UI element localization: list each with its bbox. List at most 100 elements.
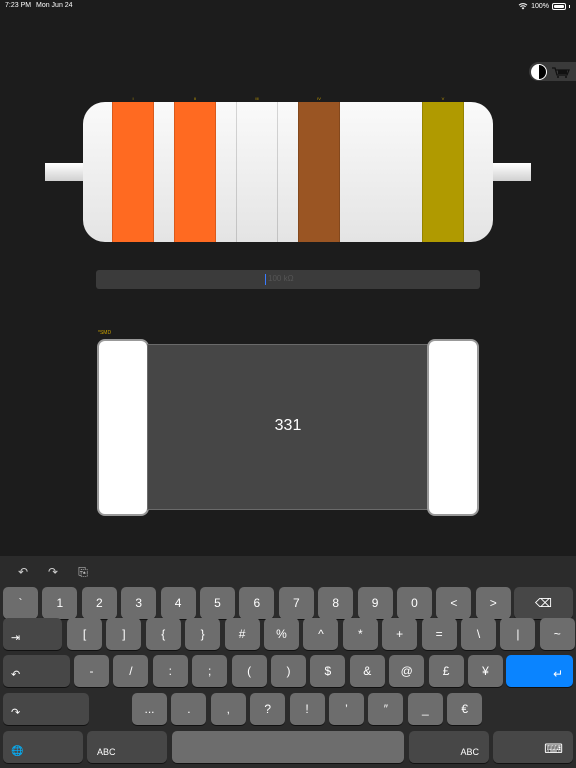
keyboard: ↶ ↷ ⎘ ` 1 2 3 4 5 6 7 8 9 0 < > ⌫ ⇥ []{} #% ^ * + = \ | ~ ↶ …: [0, 556, 576, 768]
key-row2-4[interactable]: #: [224, 618, 260, 650]
return-icon: ↵: [552, 667, 563, 681]
key-row4-2[interactable]: ,: [210, 693, 246, 725]
key-row1-10[interactable]: 0: [397, 587, 432, 619]
smd-terminal-left: [97, 339, 149, 516]
status-date: Mon Jun 24: [36, 2, 73, 9]
key-row2-7[interactable]: *: [342, 618, 378, 650]
undo-icon[interactable]: ↶: [16, 565, 30, 579]
key-row1-1[interactable]: 1: [42, 587, 78, 619]
delete-key[interactable]: ⌫: [514, 587, 573, 619]
undo-key-icon: ↶: [11, 669, 21, 681]
key-row1-4[interactable]: 4: [160, 587, 196, 619]
key-row3-2[interactable]: :: [152, 655, 188, 687]
key-row2-12[interactable]: ~: [539, 618, 575, 650]
key-row1-8[interactable]: 8: [318, 587, 354, 619]
key-row4-5[interactable]: ’: [329, 693, 364, 725]
battery-tip: [569, 4, 570, 8]
band-label-2: II: [193, 96, 197, 101]
tab-key[interactable]: ⇥: [3, 618, 62, 650]
key-row3-7[interactable]: &: [349, 655, 385, 687]
wifi-icon: [518, 3, 528, 10]
key-row2-8[interactable]: +: [382, 618, 418, 650]
resistor-band-3[interactable]: [236, 102, 278, 242]
band-label-5: V: [441, 96, 445, 101]
undo-key[interactable]: ↶: [3, 655, 70, 687]
key-row1-5[interactable]: 5: [200, 587, 235, 619]
key-row4-6[interactable]: ″: [368, 693, 404, 725]
key-row3-5[interactable]: ): [271, 655, 306, 687]
cart-icon: [552, 67, 570, 78]
redo-key-icon: ↷: [11, 707, 21, 719]
key-row2-2[interactable]: {: [145, 618, 181, 650]
key-row2-10[interactable]: \: [461, 618, 496, 650]
abc-key-left[interactable]: ABC: [87, 731, 167, 763]
resistance-placeholder: 100 kΩ: [268, 274, 294, 283]
smd-code: 331: [274, 417, 302, 434]
paste-icon[interactable]: ⎘: [76, 565, 90, 579]
globe-icon: 🌐: [11, 746, 24, 757]
space-key[interactable]: [172, 731, 404, 763]
key-row1-11[interactable]: <: [436, 587, 472, 619]
smd-body: 331: [147, 344, 429, 510]
redo-icon[interactable]: ↷: [46, 565, 60, 579]
key-row1-7[interactable]: 7: [278, 587, 314, 619]
key-row3-10[interactable]: ¥: [468, 655, 503, 687]
key-row4-7[interactable]: _: [407, 693, 443, 725]
key-row1-12[interactable]: >: [475, 587, 511, 619]
smd-terminal-right: [427, 339, 479, 516]
band-label-3: III: [255, 96, 259, 101]
key-row3-9[interactable]: £: [428, 655, 464, 687]
key-row3-0[interactable]: -: [74, 655, 109, 687]
status-time: 7:23 PM: [5, 2, 32, 9]
resistor-band-1[interactable]: [112, 102, 154, 242]
contrast-icon: [531, 64, 547, 80]
key-row1-9[interactable]: 9: [357, 587, 393, 619]
keyboard-hide-icon: ⌨: [544, 741, 563, 756]
resistor-band-5[interactable]: [422, 102, 464, 242]
resistor-lead-left: [45, 163, 85, 181]
key-row1-0[interactable]: `: [3, 587, 38, 619]
key-row1-3[interactable]: 3: [121, 587, 157, 619]
delete-icon: ⌫: [535, 596, 552, 610]
key-row2-11[interactable]: |: [500, 618, 536, 650]
hide-keyboard-key[interactable]: ⌨: [493, 731, 573, 763]
key-row2-0[interactable]: [: [67, 618, 102, 650]
theme-toggle[interactable]: [529, 62, 576, 81]
key-row2-1[interactable]: ]: [106, 618, 142, 650]
key-row2-3[interactable]: }: [185, 618, 221, 650]
status-bar: 7:23 PM Mon Jun 24 100%: [0, 0, 576, 14]
return-key[interactable]: ↵: [506, 655, 573, 687]
smd-label: *SMD: [98, 330, 112, 336]
resistance-input[interactable]: 100 kΩ: [96, 270, 480, 289]
redo-key[interactable]: ↷: [3, 693, 89, 725]
key-row2-9[interactable]: =: [421, 618, 457, 650]
key-row3-6[interactable]: $: [310, 655, 346, 687]
band-label-4: IV: [317, 96, 321, 101]
key-row3-8[interactable]: @: [389, 655, 425, 687]
key-row4-3[interactable]: ?: [250, 693, 286, 725]
abc-right-label: ABC: [460, 747, 479, 757]
key-row4-4[interactable]: !: [289, 693, 325, 725]
text-cursor: [265, 274, 266, 285]
key-row1-6[interactable]: 6: [239, 587, 275, 619]
abc-left-label: ABC: [97, 747, 116, 757]
resistor-lead-right: [490, 163, 531, 181]
resistor-band-2[interactable]: [174, 102, 216, 242]
battery-icon: [552, 2, 566, 10]
key-row2-6[interactable]: ^: [303, 618, 339, 650]
abc-key-right[interactable]: ABC: [409, 731, 489, 763]
key-row4-1[interactable]: .: [171, 693, 207, 725]
status-right: 100%: [518, 2, 570, 10]
key-row3-3[interactable]: ;: [192, 655, 228, 687]
resistor-body: [83, 102, 493, 242]
key-row3-1[interactable]: /: [113, 655, 149, 687]
globe-key[interactable]: 🌐: [3, 731, 83, 763]
key-row1-2[interactable]: 2: [81, 587, 117, 619]
key-row4-0[interactable]: ...: [132, 693, 167, 725]
battery-percent: 100%: [531, 2, 549, 10]
band-label-1: I: [132, 96, 134, 101]
key-row2-5[interactable]: %: [264, 618, 299, 650]
key-row4-8[interactable]: €: [447, 693, 483, 725]
resistor-band-4[interactable]: [298, 102, 340, 242]
key-row3-4[interactable]: (: [231, 655, 267, 687]
